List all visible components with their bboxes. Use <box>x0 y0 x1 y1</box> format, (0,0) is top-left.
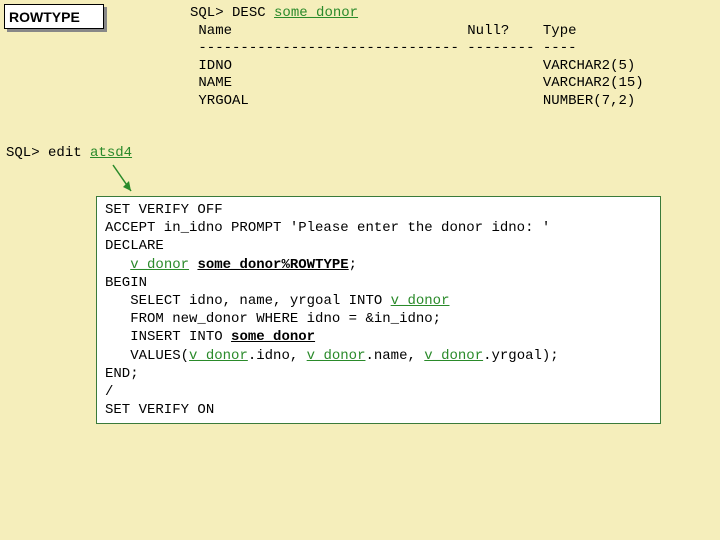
code-line: END; <box>105 366 139 382</box>
col-null-header: Null? <box>467 23 509 39</box>
row-type: VARCHAR2(5) <box>543 58 635 74</box>
code-text: SELECT idno, name, yrgoal INTO <box>130 293 390 309</box>
code-text: .yrgoal); <box>483 348 559 364</box>
edit-file: atsd4 <box>90 145 132 161</box>
edit-command: SQL> edit atsd4 <box>6 145 132 161</box>
code-line: ACCEPT in_idno PROMPT 'Please enter the … <box>105 220 550 236</box>
row-name: YRGOAL <box>198 93 248 109</box>
code-text: .idno, <box>248 348 307 364</box>
row-name: IDNO <box>198 58 232 74</box>
code-line: / <box>105 384 113 400</box>
var-ref: v_donor <box>189 348 248 364</box>
dash-type: ---- <box>543 40 577 56</box>
badge-label: ROWTYPE <box>9 9 80 25</box>
code-line: FROM new_donor WHERE idno = &in_idno; <box>130 311 441 327</box>
code-text: INSERT INTO <box>130 329 231 345</box>
script-code-box: SET VERIFY OFF ACCEPT in_idno PROMPT 'Pl… <box>96 196 661 424</box>
desc-object: some_donor <box>274 5 358 21</box>
dash-name: ------------------------------- <box>198 40 458 56</box>
code-line: SET VERIFY OFF <box>105 202 223 218</box>
row-type: VARCHAR2(15) <box>543 75 644 91</box>
col-type-header: Type <box>543 23 577 39</box>
code-text: VALUES( <box>130 348 189 364</box>
rowtype-badge: ROWTYPE <box>4 4 104 29</box>
var-name: v_donor <box>130 257 189 273</box>
desc-cmd: DESC <box>232 5 266 21</box>
code-line: BEGIN <box>105 275 147 291</box>
dash-null: -------- <box>467 40 534 56</box>
var-ref: v_donor <box>307 348 366 364</box>
var-type: some_donor%ROWTYPE <box>197 257 348 273</box>
desc-output: SQL> DESC some_donor Name Null? Type ---… <box>190 5 644 110</box>
edit-cmd: edit <box>48 145 82 161</box>
sql-prompt: SQL> <box>190 5 224 21</box>
table-ref: some_donor <box>231 329 315 345</box>
col-name-header: Name <box>198 23 232 39</box>
sql-prompt: SQL> <box>6 145 40 161</box>
var-ref: v_donor <box>391 293 450 309</box>
arrow-icon <box>109 163 139 198</box>
var-ref: v_donor <box>424 348 483 364</box>
row-type: NUMBER(7,2) <box>543 93 635 109</box>
code-line: SET VERIFY ON <box>105 402 214 418</box>
code-text: .name, <box>365 348 424 364</box>
row-name: NAME <box>198 75 232 91</box>
code-line: DECLARE <box>105 238 164 254</box>
